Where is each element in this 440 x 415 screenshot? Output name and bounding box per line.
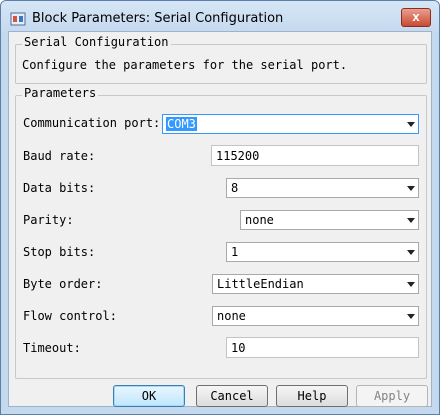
- data-bits-value: 8: [231, 181, 239, 195]
- stop-bits-value: 1: [231, 245, 239, 259]
- chevron-down-icon: [407, 186, 415, 191]
- chevron-down-icon: [407, 122, 415, 127]
- chevron-down-icon: [407, 314, 415, 319]
- baud-rate-field[interactable]: 115200: [211, 145, 419, 166]
- timeout-field[interactable]: 10: [226, 337, 419, 358]
- ok-button[interactable]: OK: [113, 385, 185, 407]
- apply-button[interactable]: Apply: [356, 385, 428, 407]
- chevron-down-icon: [407, 282, 415, 287]
- parity-value: none: [245, 213, 274, 227]
- timeout-value: 10: [231, 341, 246, 355]
- data-bits-label: Data bits:: [23, 181, 96, 195]
- dialog-window: Block Parameters: Serial Configuration x…: [0, 0, 440, 415]
- communication-port-dropdown[interactable]: COM3: [162, 114, 419, 134]
- chevron-down-icon: [407, 218, 415, 223]
- byte-order-dropdown[interactable]: LittleEndian: [212, 274, 419, 294]
- serial-configuration-legend: Serial Configuration: [22, 35, 171, 49]
- communication-port-value: COM3: [166, 117, 197, 131]
- timeout-label: Timeout:: [23, 341, 81, 355]
- close-button[interactable]: x: [401, 8, 431, 27]
- simulink-block-icon: [10, 12, 26, 26]
- help-button[interactable]: Help: [276, 385, 348, 407]
- parity-label: Parity:: [23, 213, 74, 227]
- baud-rate-value: 115200: [216, 149, 260, 163]
- communication-port-label: Communication port:: [23, 116, 161, 130]
- parameters-legend: Parameters: [22, 86, 99, 100]
- flow-control-label: Flow control:: [23, 309, 117, 323]
- chevron-down-icon: [407, 250, 415, 255]
- baud-rate-label: Baud rate:: [23, 149, 96, 163]
- cancel-button[interactable]: Cancel: [196, 385, 268, 407]
- window-title: Block Parameters: Serial Configuration: [32, 11, 284, 26]
- stop-bits-dropdown[interactable]: 1: [226, 242, 419, 262]
- data-bits-dropdown[interactable]: 8: [226, 178, 419, 198]
- byte-order-label: Byte order:: [23, 277, 103, 291]
- close-icon: x: [412, 9, 420, 24]
- group-description: Configure the parameters for the serial …: [22, 58, 348, 72]
- flow-control-value: none: [217, 309, 246, 323]
- dialog-body: Serial Configuration Configure the param…: [8, 31, 432, 407]
- flow-control-dropdown[interactable]: none: [212, 306, 419, 326]
- stop-bits-label: Stop bits:: [23, 245, 96, 259]
- parity-dropdown[interactable]: none: [240, 210, 419, 230]
- byte-order-value: LittleEndian: [217, 277, 304, 291]
